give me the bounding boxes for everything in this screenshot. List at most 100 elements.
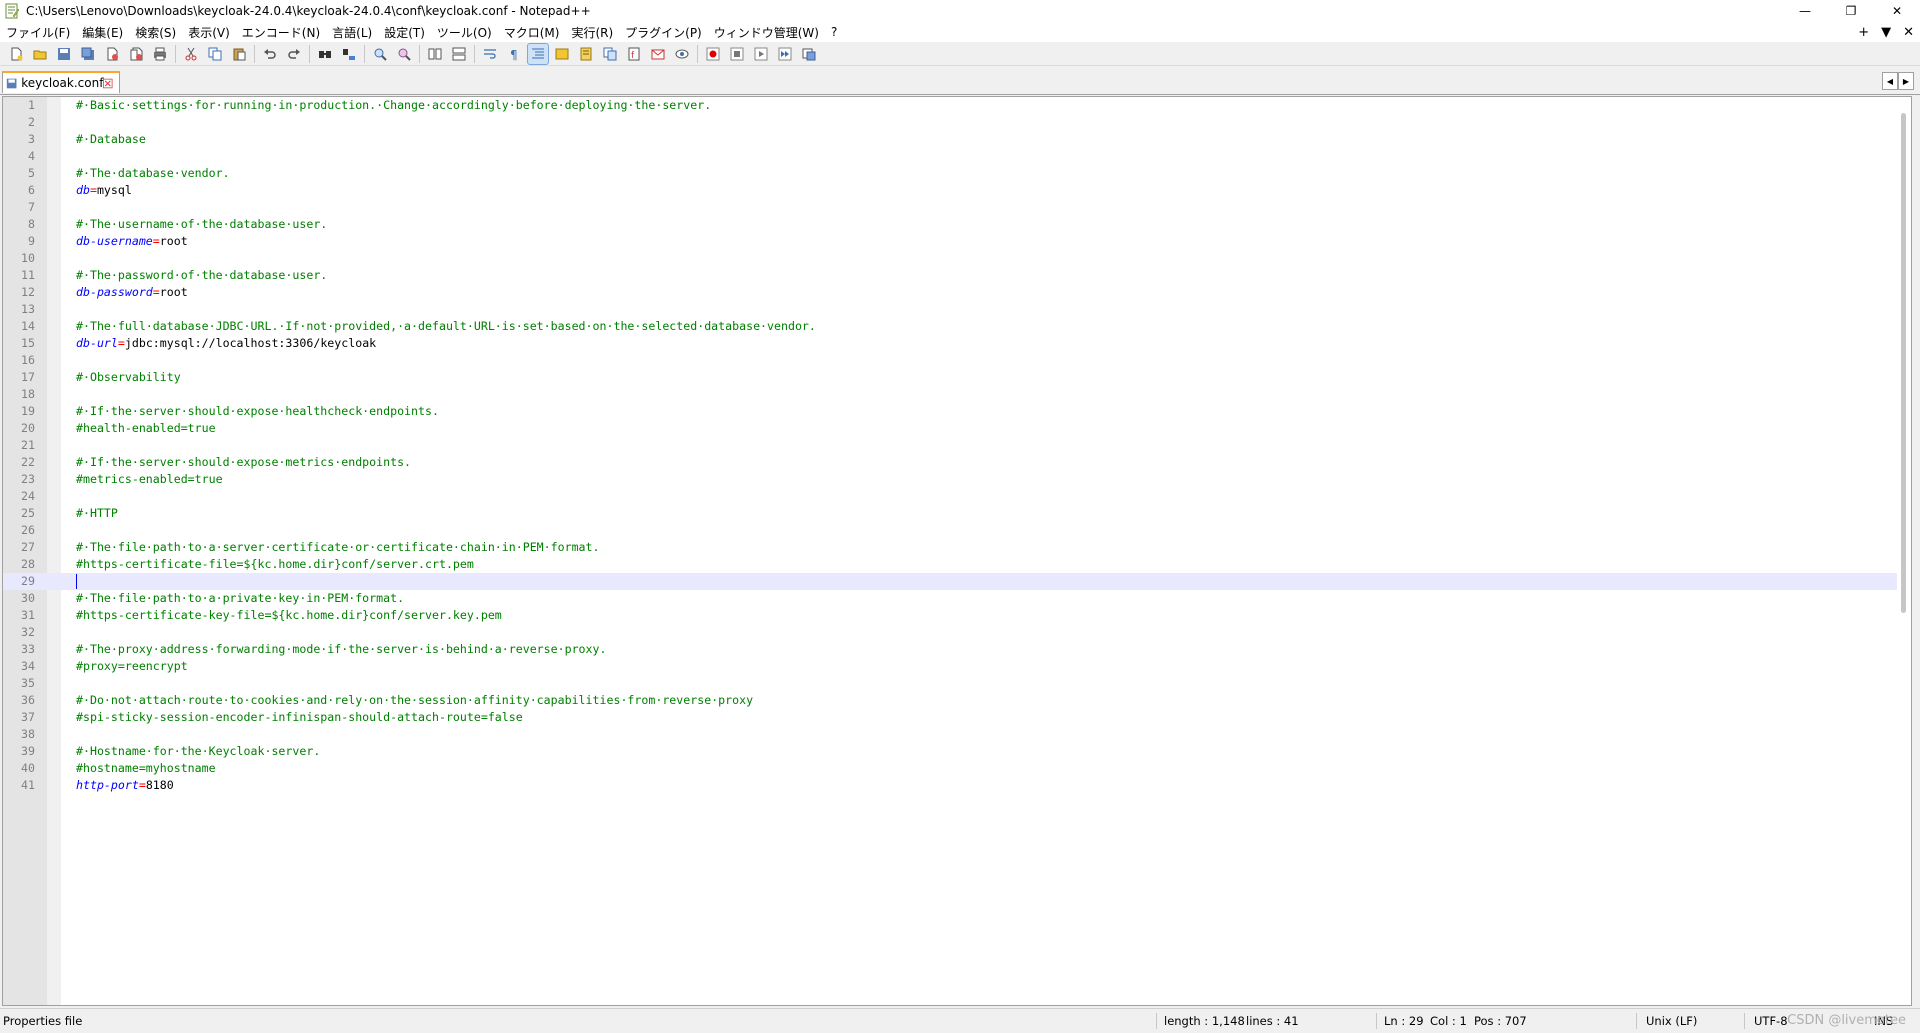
tab-close-icon[interactable] [103, 78, 113, 89]
word-wrap-icon[interactable] [480, 44, 500, 64]
save-macro-icon[interactable] [799, 44, 819, 64]
replace-icon[interactable] [339, 44, 359, 64]
run-macro-multiple-icon[interactable] [775, 44, 795, 64]
code-line[interactable]: 13 [3, 301, 1897, 318]
menu-help[interactable]: ? [825, 25, 843, 39]
close-file-icon[interactable] [102, 44, 122, 64]
code-line[interactable]: 21 [3, 437, 1897, 454]
code-lines[interactable]: 1 #·Basic·settings·for·running·in·product… [3, 97, 1897, 794]
menu-plugins[interactable]: プラグイン(P) [619, 24, 708, 41]
code-line[interactable]: 6 db=mysql [3, 182, 1897, 199]
doc-list-icon[interactable] [600, 44, 620, 64]
doc-map-icon[interactable] [576, 44, 596, 64]
redo-icon[interactable] [284, 44, 304, 64]
open-file-icon[interactable] [30, 44, 50, 64]
menu-macro[interactable]: マクロ(M) [498, 24, 566, 41]
code-line[interactable]: 4 [3, 148, 1897, 165]
code-line[interactable]: 17 #·Observability [3, 369, 1897, 386]
code-line[interactable]: 15 db-url=jdbc:mysql://localhost:3306/key… [3, 335, 1897, 352]
close-button[interactable]: ✕ [1874, 0, 1920, 22]
code-line[interactable]: 30 #·The·file·path·to·a·private·key·in·PE… [3, 590, 1897, 607]
editor-area[interactable]: 1 #·Basic·settings·for·running·in·product… [2, 96, 1912, 1006]
play-macro-icon[interactable] [751, 44, 771, 64]
code-line[interactable]: 34 #proxy=reencrypt [3, 658, 1897, 675]
code-line[interactable]: 11 #·The·password·of·the·database·user. [3, 267, 1897, 284]
code-line[interactable]: 33 #·The·proxy·address·forwarding·mode·if… [3, 641, 1897, 658]
code-line[interactable]: 29 [3, 573, 1897, 590]
code-line[interactable]: 14 #·The·full·database·JDBC·URL.·If·not·p… [3, 318, 1897, 335]
status-eol[interactable]: Unix (LF) [1646, 1014, 1697, 1028]
code-line[interactable]: 28 #https-certificate-file=${kc.home.dir}… [3, 556, 1897, 573]
user-defined-lang-icon[interactable] [552, 44, 572, 64]
close-doc-icon[interactable]: ✕ [1903, 25, 1914, 40]
code-line[interactable]: 16 [3, 352, 1897, 369]
menu-search[interactable]: 検索(S) [129, 24, 182, 41]
minimize-button[interactable]: — [1782, 0, 1828, 22]
zoom-in-icon[interactable] [370, 44, 390, 64]
sync-vertical-icon[interactable] [425, 44, 445, 64]
code-line[interactable]: 31 #https-certificate-key-file=${kc.home.… [3, 607, 1897, 624]
indent-guide-icon[interactable] [527, 42, 549, 65]
copy-icon[interactable] [205, 44, 225, 64]
code-line[interactable]: 22 #·If·the·server·should·expose·metrics·… [3, 454, 1897, 471]
new-tab-plus-icon[interactable]: + [1858, 25, 1869, 40]
code-line[interactable]: 12 db-password=root [3, 284, 1897, 301]
scrollbar-thumb[interactable] [1901, 113, 1906, 613]
menu-settings[interactable]: 設定(T) [378, 24, 431, 41]
code-line[interactable]: 23 #metrics-enabled=true [3, 471, 1897, 488]
code-line[interactable]: 24 [3, 488, 1897, 505]
save-all-icon[interactable] [78, 44, 98, 64]
paste-icon[interactable] [229, 44, 249, 64]
status-encoding[interactable]: UTF-8 [1754, 1014, 1788, 1028]
monitoring-icon[interactable] [672, 44, 692, 64]
menu-file[interactable]: ファイル(F) [0, 24, 76, 41]
tab-scroll-left-icon[interactable]: ◀ [1882, 72, 1898, 90]
menu-language[interactable]: 言語(L) [326, 24, 378, 41]
tab-scroll-right-icon[interactable]: ▶ [1898, 72, 1914, 90]
tab-list-dropdown-icon[interactable]: ▼ [1881, 25, 1891, 40]
show-all-chars-icon[interactable]: ¶ [504, 44, 524, 64]
undo-icon[interactable] [260, 44, 280, 64]
code-line[interactable]: 32 [3, 624, 1897, 641]
record-macro-icon[interactable] [703, 44, 723, 64]
save-icon[interactable] [54, 44, 74, 64]
menu-tools[interactable]: ツール(O) [431, 24, 498, 41]
sync-horizontal-icon[interactable] [449, 44, 469, 64]
code-line[interactable]: 3 #·Database [3, 131, 1897, 148]
code-line[interactable]: 41 http-port=8180 [3, 777, 1897, 794]
code-line[interactable]: 20 #health-enabled=true [3, 420, 1897, 437]
cut-icon[interactable] [181, 44, 201, 64]
print-icon[interactable] [150, 44, 170, 64]
code-line[interactable]: 2 [3, 114, 1897, 131]
code-line[interactable]: 8 #·The·username·of·the·database·user. [3, 216, 1897, 233]
code-line[interactable]: 10 [3, 250, 1897, 267]
code-line[interactable]: 7 [3, 199, 1897, 216]
code-line[interactable]: 36 #·Do·not·attach·route·to·cookies·and·r… [3, 692, 1897, 709]
code-line[interactable]: 37 #spi-sticky-session-encoder-infinispan… [3, 709, 1897, 726]
tab-keycloak-conf[interactable]: keycloak.conf [2, 71, 120, 93]
code-line[interactable]: 26 [3, 522, 1897, 539]
code-line[interactable]: 38 [3, 726, 1897, 743]
code-line[interactable]: 35 [3, 675, 1897, 692]
close-all-icon[interactable] [126, 44, 146, 64]
folder-workspace-icon[interactable] [648, 44, 668, 64]
vertical-scrollbar[interactable] [1897, 97, 1911, 1005]
code-line[interactable]: 40 #hostname=myhostname [3, 760, 1897, 777]
menu-edit[interactable]: 編集(E) [76, 24, 129, 41]
menu-encoding[interactable]: エンコード(N) [236, 24, 326, 41]
zoom-out-icon[interactable] [394, 44, 414, 64]
code-line[interactable]: 39 #·Hostname·for·the·Keycloak·server. [3, 743, 1897, 760]
code-line[interactable]: 1 #·Basic·settings·for·running·in·product… [3, 97, 1897, 114]
new-file-icon[interactable] [6, 44, 26, 64]
code-line[interactable]: 18 [3, 386, 1897, 403]
menu-window[interactable]: ウィンドウ管理(W) [708, 24, 825, 41]
function-list-icon[interactable]: f [624, 44, 644, 64]
restore-button[interactable]: ❐ [1828, 0, 1874, 22]
menu-view[interactable]: 表示(V) [182, 24, 236, 41]
code-line[interactable]: 19 #·If·the·server·should·expose·healthch… [3, 403, 1897, 420]
code-line[interactable]: 27 #·The·file·path·to·a·server·certificat… [3, 539, 1897, 556]
find-icon[interactable] [315, 44, 335, 64]
code-line[interactable]: 5 #·The·database·vendor. [3, 165, 1897, 182]
menu-run[interactable]: 実行(R) [565, 24, 619, 41]
code-line[interactable]: 25 #·HTTP [3, 505, 1897, 522]
